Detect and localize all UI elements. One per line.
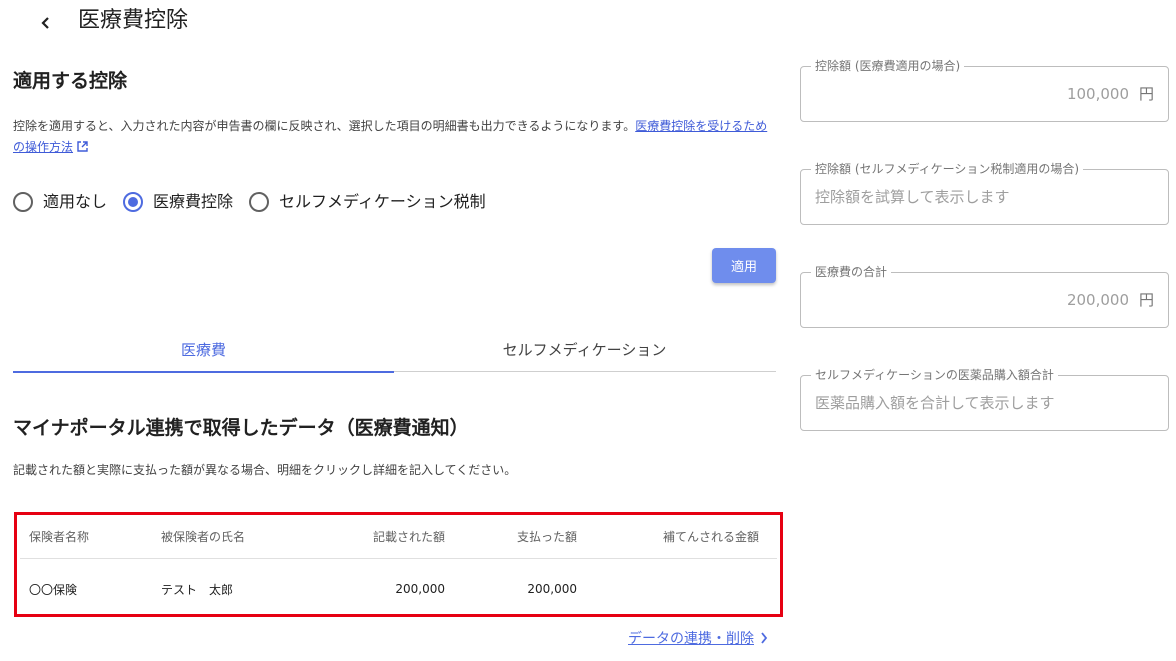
radio-circle-checked [123,192,144,212]
column-header-paid-amount: 支払った額 [516,530,577,544]
column-header-stated-amount: 記載された額 [372,530,445,544]
column-header-insurer: 保険者名称 [29,530,90,544]
column-header-insured-name: 被保険者の氏名 [161,530,246,544]
medical-total-field: 医療費の合計 200,000 円 [800,264,1169,328]
chevron-left-icon [41,17,49,29]
radio-label: セルフメディケーション税制 [279,192,486,211]
field-label: セルフメディケーションの医薬品購入額合計 [811,367,1058,383]
field-label: 控除額 (医療費適用の場合) [811,58,965,74]
apply-section-title: 適用する控除 [13,70,128,92]
chevron-right-icon [761,632,768,644]
mynaportal-section-title: マイナポータル連携で取得したデータ（医療費通知） [13,417,469,439]
field-value: 100,000 円 [1067,83,1154,104]
apply-description: 控除を適用すると、入力された内容が申告書の欄に反映され、選択した項目の明細書も出… [13,116,778,158]
apply-description-text: 控除を適用すると、入力された内容が申告書の欄に反映され、選択した項目の明細書も出… [13,119,636,133]
radio-option-selfmedication[interactable]: セルフメディケーション税制 [249,190,486,214]
selfmedication-total-field: セルフメディケーションの医薬品購入額合計 医薬品購入額を合計して表示します [800,367,1169,431]
tab-selfmedication[interactable]: セルフメディケーション [394,326,775,372]
deduction-selfmedication-field: 控除額 (セルフメディケーション税制適用の場合) 控除額を試算して表示します [800,161,1169,225]
back-button[interactable] [34,8,58,38]
tab-medical-expenses[interactable]: 医療費 [13,326,394,373]
field-placeholder: 控除額を試算して表示します [815,188,1010,206]
page-title: 医療費控除 [78,8,189,33]
radio-option-none[interactable]: 適用なし [13,190,107,214]
table-header-row: 保険者名称 被保険者の氏名 記載された額 支払った額 補てんされる金額 [20,515,777,559]
medical-notice-table: 保険者名称 被保険者の氏名 記載された額 支払った額 補てんされる金額 〇〇保険… [14,512,783,617]
field-unit: 円 [1138,85,1154,103]
deduction-radio-group: 適用なし 医療費控除 セルフメディケーション税制 [13,188,502,216]
cell-paid-amount: 200,000 [527,582,577,596]
apply-button[interactable]: 適用 [712,248,776,283]
column-header-compensation: 補てんされる金額 [662,530,759,544]
radio-label: 医療費控除 [153,192,234,211]
field-value: 200,000 円 [1067,289,1154,310]
external-link-icon [77,141,88,152]
tab-bar: 医療費 セルフメディケーション [13,326,776,373]
field-placeholder: 医薬品購入額を合計して表示します [815,394,1055,412]
table-row[interactable]: 〇〇保険 テスト 太郎 200,000 200,000 [20,567,777,611]
radio-option-medical[interactable]: 医療費控除 [123,190,233,214]
radio-circle [13,192,33,212]
radio-dot [128,197,139,207]
field-unit: 円 [1138,291,1154,309]
deduction-medical-field: 控除額 (医療費適用の場合) 100,000 円 [800,58,1169,122]
cell-insurer: 〇〇保険 [29,582,78,597]
field-label: 医療費の合計 [811,264,892,280]
data-link-text: データの連携・削除 [628,631,754,647]
page-header: 医療費控除 [0,0,780,44]
field-amount: 100,000 [1066,85,1129,103]
radio-circle [249,192,270,212]
data-link-delete-link[interactable]: データの連携・削除 [628,628,768,648]
radio-label: 適用なし [43,192,108,211]
field-label: 控除額 (セルフメディケーション税制適用の場合) [811,161,1084,177]
cell-insured-name: テスト 太郎 [161,582,234,597]
field-amount: 200,000 [1066,291,1129,309]
cell-stated-amount: 200,000 [395,582,445,596]
mynaportal-description: 記載された額と実際に支払った額が異なる場合、明細をクリックし詳細を記入してくださ… [13,463,517,477]
